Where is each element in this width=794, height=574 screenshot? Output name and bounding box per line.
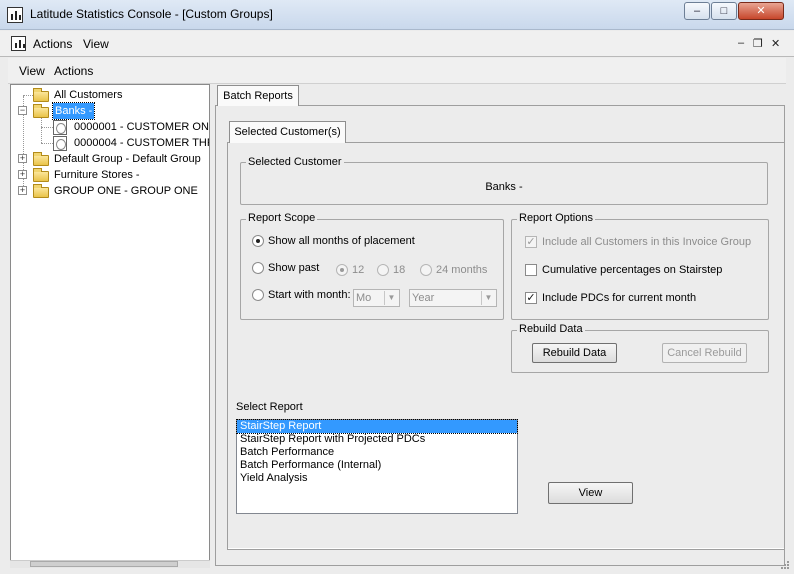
mdi-menu-bar: Actions View – ❐ ✕	[0, 31, 794, 57]
mdi-close-button[interactable]: ✕	[771, 37, 780, 50]
collapse-icon[interactable]: −	[18, 106, 27, 115]
customer-icon	[53, 120, 67, 135]
bar-chart-icon	[11, 36, 26, 51]
cancel-rebuild-button[interactable]: Cancel Rebuild	[662, 343, 747, 363]
menu-view[interactable]: View	[83, 37, 109, 51]
tab-selected-customers[interactable]: Selected Customer(s)	[229, 121, 346, 143]
past-18-label: 18	[393, 264, 406, 276]
mdi-restore-button[interactable]: ❐	[753, 37, 763, 50]
rebuild-data-legend: Rebuild Data	[517, 323, 585, 335]
rebuild-data-button[interactable]: Rebuild Data	[532, 343, 617, 363]
chevron-down-icon: ▼	[481, 291, 495, 305]
past-12-label: 12	[352, 264, 365, 276]
folder-icon	[33, 184, 49, 198]
cumulative-percentages-label[interactable]: Cumulative percentages on Stairstep	[542, 264, 722, 276]
include-pdcs-label[interactable]: Include PDCs for current month	[542, 292, 696, 304]
past-24-radio[interactable]	[420, 264, 432, 276]
include-all-customers-checkbox[interactable]: ✓	[525, 236, 537, 248]
window-title: Latitude Statistics Console - [Custom Gr…	[30, 7, 273, 21]
start-with-month-label[interactable]: Start with month:	[268, 289, 351, 301]
chevron-down-icon: ▼	[384, 291, 398, 305]
report-scope-legend: Report Scope	[246, 212, 318, 224]
minimize-button[interactable]: –	[684, 2, 710, 20]
report-item-batch-performance-internal[interactable]: Batch Performance (Internal)	[237, 459, 517, 472]
tab-batch-reports[interactable]: Batch Reports	[217, 85, 299, 106]
past-12-radio[interactable]	[336, 264, 348, 276]
folder-icon	[33, 152, 49, 166]
scrollbar-thumb[interactable]	[30, 561, 178, 567]
menu-actions[interactable]: Actions	[33, 37, 72, 51]
report-listbox[interactable]: StairStep Report StairStep Report with P…	[236, 419, 518, 514]
inner-menu-bar: View Actions	[8, 58, 786, 84]
report-item-yield-analysis[interactable]: Yield Analysis	[237, 472, 517, 485]
selected-customer-value: Banks -	[485, 181, 523, 193]
cumulative-percentages-checkbox[interactable]	[525, 264, 537, 276]
report-item-stairstep[interactable]: StairStep Report	[236, 419, 518, 434]
show-all-months-radio[interactable]	[252, 235, 264, 247]
expand-icon[interactable]: +	[18, 154, 27, 163]
expand-icon[interactable]: +	[18, 186, 27, 195]
include-pdcs-checkbox[interactable]: ✓	[525, 292, 537, 304]
include-all-customers-label: Include all Customers in this Invoice Gr…	[542, 236, 752, 248]
title-bar: Latitude Statistics Console - [Custom Gr…	[0, 0, 794, 30]
folder-icon	[33, 104, 49, 118]
past-24-label: 24 months	[436, 264, 488, 276]
year-select[interactable]: Year ▼	[409, 289, 497, 307]
report-item-batch-performance[interactable]: Batch Performance	[237, 446, 517, 459]
folder-icon	[33, 168, 49, 182]
past-18-radio[interactable]	[377, 264, 389, 276]
bar-chart-icon	[7, 7, 23, 23]
maximize-button[interactable]: □	[711, 2, 737, 20]
show-all-months-label[interactable]: Show all months of placement	[268, 235, 415, 247]
close-button[interactable]: ✕	[738, 2, 784, 20]
view-button[interactable]: View	[548, 482, 633, 504]
mdi-minimize-button[interactable]: –	[738, 37, 744, 49]
report-item-stairstep-projected[interactable]: StairStep Report with Projected PDCs	[237, 433, 517, 446]
resize-grip-icon[interactable]	[780, 560, 790, 570]
selected-customer-legend: Selected Customer	[246, 156, 344, 168]
menu-view[interactable]: View	[19, 64, 45, 78]
menu-actions[interactable]: Actions	[54, 64, 93, 78]
report-options-legend: Report Options	[517, 212, 595, 224]
expand-icon[interactable]: +	[18, 170, 27, 179]
show-past-label[interactable]: Show past	[268, 262, 319, 274]
month-select[interactable]: Mo ▼	[353, 289, 400, 307]
show-past-radio[interactable]	[252, 262, 264, 274]
folder-icon	[33, 88, 49, 102]
select-report-label: Select Report	[236, 401, 303, 413]
start-with-month-radio[interactable]	[252, 289, 264, 301]
customer-icon	[53, 136, 67, 151]
